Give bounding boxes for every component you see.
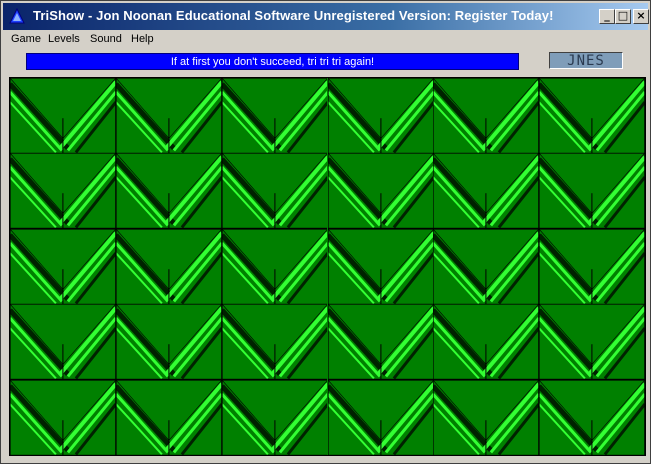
triangle-tile[interactable] (10, 78, 116, 154)
triangle-tile[interactable] (433, 304, 540, 380)
triangle-tile[interactable] (115, 304, 222, 380)
main-window: TriShow - Jon Noonan Educational Softwar… (0, 0, 651, 464)
triangle-tile[interactable] (221, 228, 328, 305)
menu-help[interactable]: Help (131, 33, 154, 45)
triangle-tile[interactable] (327, 78, 434, 154)
menu-bar: Game Levels Sound Help (3, 31, 648, 49)
minimize-button[interactable]: _ (599, 9, 615, 24)
triangle-tile[interactable] (10, 228, 116, 305)
game-board[interactable] (9, 77, 646, 456)
menu-sound[interactable]: Sound (90, 33, 122, 45)
window-title: TriShow - Jon Noonan Educational Softwar… (33, 8, 554, 23)
triangle-tile[interactable] (10, 153, 116, 229)
title-bar[interactable]: TriShow - Jon Noonan Educational Softwar… (3, 3, 649, 30)
triangle-tile[interactable] (539, 228, 645, 305)
triangle-tile[interactable] (221, 78, 328, 154)
triangle-tile[interactable] (433, 153, 540, 229)
triangle-tile[interactable] (539, 379, 645, 455)
triangle-tile[interactable] (10, 379, 116, 455)
triangle-tile[interactable] (115, 379, 222, 455)
triangle-tile[interactable] (327, 304, 434, 380)
maximize-button[interactable]: □ (615, 9, 631, 24)
triangle-tile[interactable] (115, 153, 222, 229)
triangle-tile[interactable] (539, 78, 645, 154)
close-icon: × (636, 9, 646, 22)
triangle-tile[interactable] (10, 304, 116, 380)
status-message: If at first you don't succeed, tri tri t… (26, 53, 519, 70)
triangle-tile[interactable] (221, 153, 328, 229)
triangle-tile[interactable] (539, 153, 645, 229)
minimize-icon: _ (604, 9, 610, 22)
triangle-tile[interactable] (221, 379, 328, 455)
blue-triangle-icon (9, 8, 25, 24)
triangle-tile[interactable] (221, 304, 328, 380)
triangle-tile[interactable] (433, 228, 540, 305)
triangle-tile[interactable] (539, 304, 645, 380)
maximize-icon: □ (617, 9, 629, 22)
triangle-tile[interactable] (433, 379, 540, 455)
triangle-tile[interactable] (115, 78, 222, 154)
menu-game[interactable]: Game (11, 33, 41, 45)
triangle-tile[interactable] (433, 78, 540, 154)
triangle-tile[interactable] (327, 228, 434, 305)
triangle-tile[interactable] (115, 228, 222, 305)
menu-levels[interactable]: Levels (48, 33, 80, 45)
triangle-tile[interactable] (327, 153, 434, 229)
jnes-logo: JNES (549, 52, 623, 69)
triangle-tile[interactable] (327, 379, 434, 455)
close-button[interactable]: × (633, 9, 649, 24)
